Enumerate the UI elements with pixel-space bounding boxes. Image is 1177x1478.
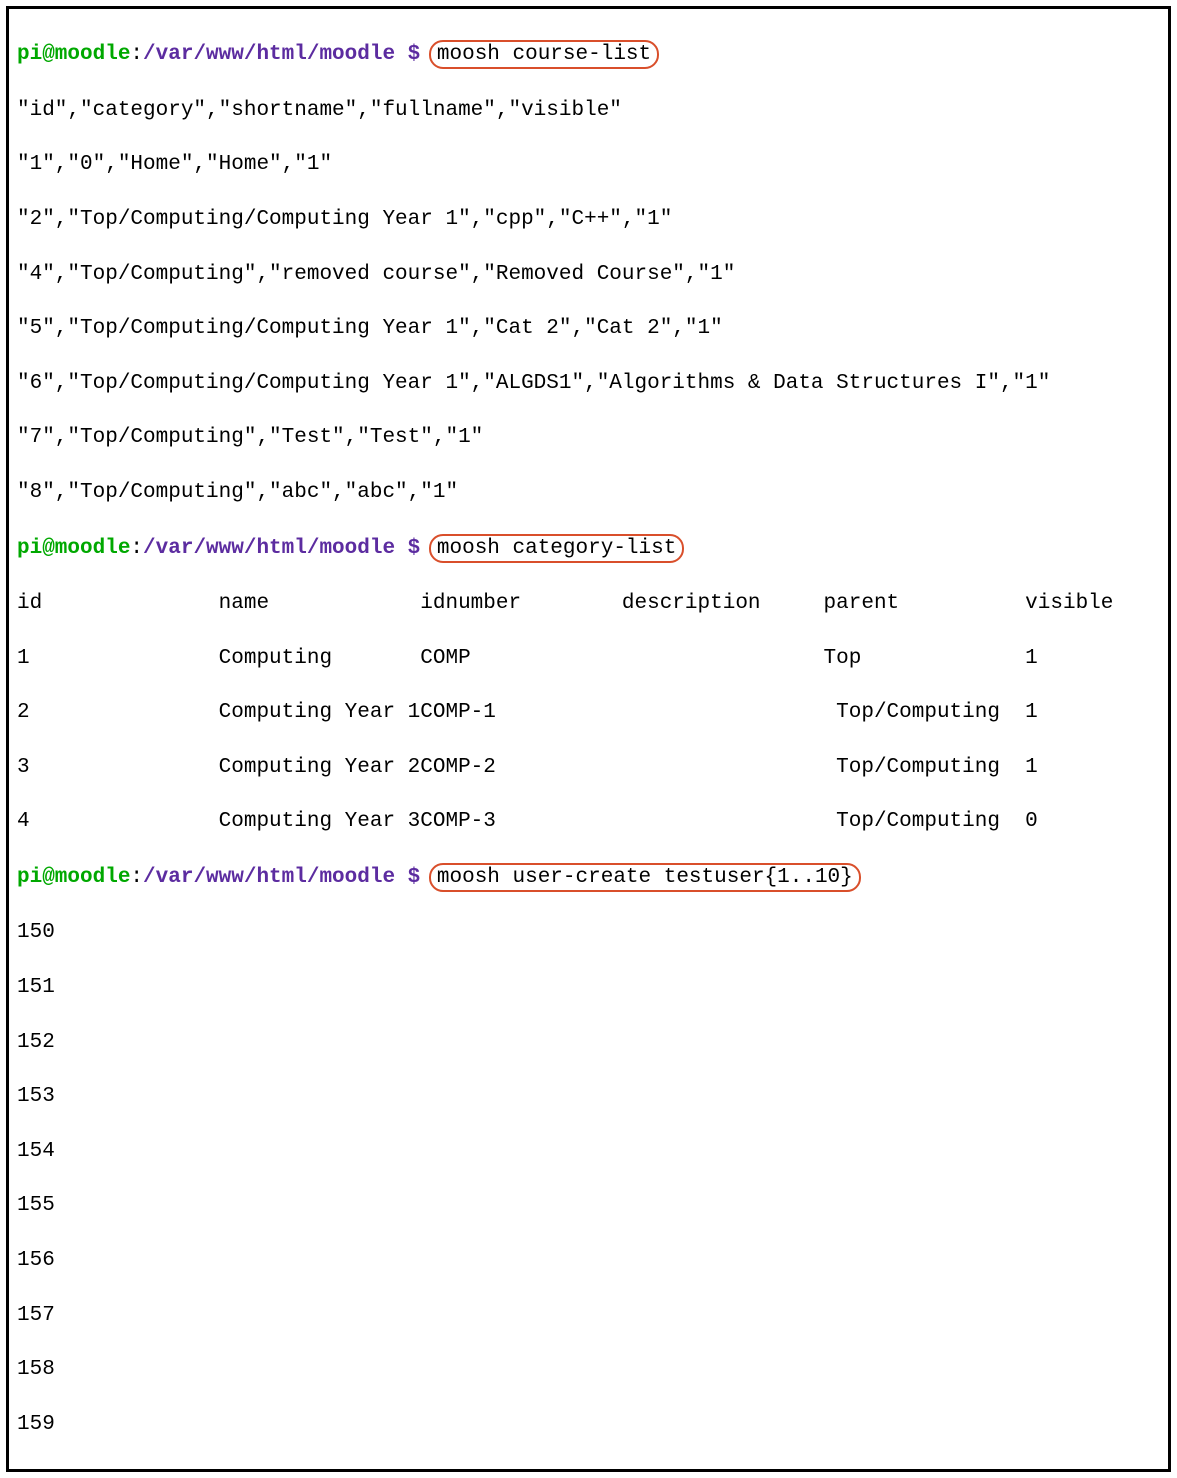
prompt-line[interactable]: pi@moodle:/var/www/html/moodle $ moosh c… [17,40,1160,69]
output-line: 157 [17,1302,1160,1329]
prompt-user: pi@moodle [17,43,130,66]
prompt-path: /var/www/html/moodle [143,537,395,560]
output-line: 155 [17,1192,1160,1219]
output-line: "4","Top/Computing","removed course","Re… [17,261,1160,288]
prompt-dollar: $ [395,43,433,66]
prompt-sep: : [130,866,143,889]
prompt-line[interactable]: pi@moodle:/var/www/html/moodle $ moosh u… [17,863,1160,892]
output-line: 3 Computing Year 2COMP-2 Top/Computing 1 [17,754,1160,781]
output-line: 158 [17,1356,1160,1383]
prompt-dollar: $ [395,537,433,560]
output-line: 159 [17,1411,1160,1438]
output-line: 150 [17,919,1160,946]
output-line: 151 [17,974,1160,1001]
output-line: "1","0","Home","Home","1" [17,151,1160,178]
output-line: "id","category","shortname","fullname","… [17,97,1160,124]
prompt-user: pi@moodle [17,537,130,560]
output-line: 153 [17,1083,1160,1110]
output-line: "2","Top/Computing/Computing Year 1","cp… [17,206,1160,233]
output-line: "5","Top/Computing/Computing Year 1","Ca… [17,315,1160,342]
output-line: "8","Top/Computing","abc","abc","1" [17,479,1160,506]
prompt-path: /var/www/html/moodle [143,43,395,66]
output-line: 2 Computing Year 1COMP-1 Top/Computing 1 [17,699,1160,726]
output-line: 154 [17,1138,1160,1165]
output-line: 4 Computing Year 3COMP-3 Top/Computing 0 [17,808,1160,835]
prompt-line[interactable]: pi@moodle:/var/www/html/moodle $ moosh c… [17,534,1160,563]
output-line: 1 Computing COMP Top 1 [17,645,1160,672]
output-line: "6","Top/Computing/Computing Year 1","AL… [17,370,1160,397]
prompt-dollar: $ [395,866,433,889]
prompt-sep: : [130,537,143,560]
output-line: 156 [17,1247,1160,1274]
command-3: moosh user-create testuser{1..10} [429,863,861,892]
command-1: moosh course-list [429,40,659,69]
output-line: "7","Top/Computing","Test","Test","1" [17,424,1160,451]
prompt-user: pi@moodle [17,866,130,889]
output-line: 152 [17,1029,1160,1056]
prompt-sep: : [130,43,143,66]
command-2: moosh category-list [429,534,684,563]
prompt-path: /var/www/html/moodle [143,866,395,889]
terminal-window: pi@moodle:/var/www/html/moodle $ moosh c… [6,6,1171,1472]
output-line: id name idnumber description parent visi… [17,590,1160,617]
